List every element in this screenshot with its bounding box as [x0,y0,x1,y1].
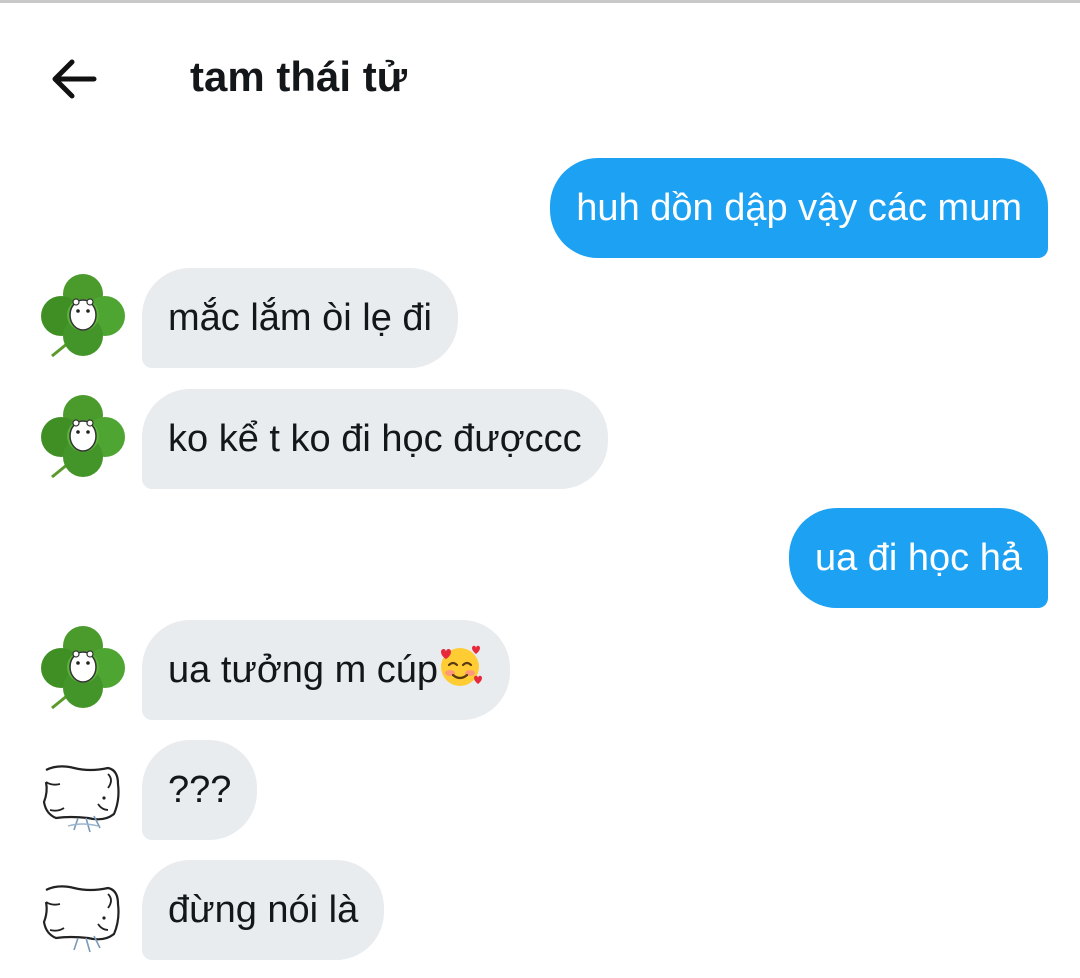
clover-avatar[interactable] [38,393,128,483]
sketch-animal-avatar[interactable] [38,872,128,962]
message-text: ua đi học hả [814,537,1022,579]
message-text: đừng nói là [168,889,359,931]
message-bubble-incoming[interactable]: đừng nói là [142,860,385,960]
message-bubble-incoming[interactable]: mắc lắm òi lẹ đi [142,268,458,368]
back-button[interactable] [44,49,104,109]
conversation-title: tam thái tử [190,53,408,100]
clover-avatar[interactable] [38,624,128,714]
message-text: ua tưởng m cúp [168,649,439,691]
arrow-left-icon [52,59,97,99]
message-text: huh dồn dập vậy các mum [576,187,1022,229]
message-bubble-incoming[interactable]: ??? [142,740,258,840]
sketch-animal-avatar[interactable] [38,752,128,842]
chat-header: tam thái tử [0,3,1080,143]
clover-avatar[interactable] [38,272,128,362]
message-bubble-incoming[interactable]: ua tưởng m cúp [142,620,511,720]
smiling-face-with-hearts-emoji [441,645,483,686]
message-bubble-incoming[interactable]: ko kể t ko đi học đượccc [142,389,608,489]
message-bubble-outgoing[interactable]: huh dồn dập vậy các mum [550,158,1048,258]
message-text: ko kể t ko đi học đượccc [168,418,582,460]
message-bubble-outgoing[interactable]: ua đi học hả [788,508,1048,608]
message-text: ??? [168,769,232,811]
message-text: mắc lắm òi lẹ đi [168,297,432,339]
